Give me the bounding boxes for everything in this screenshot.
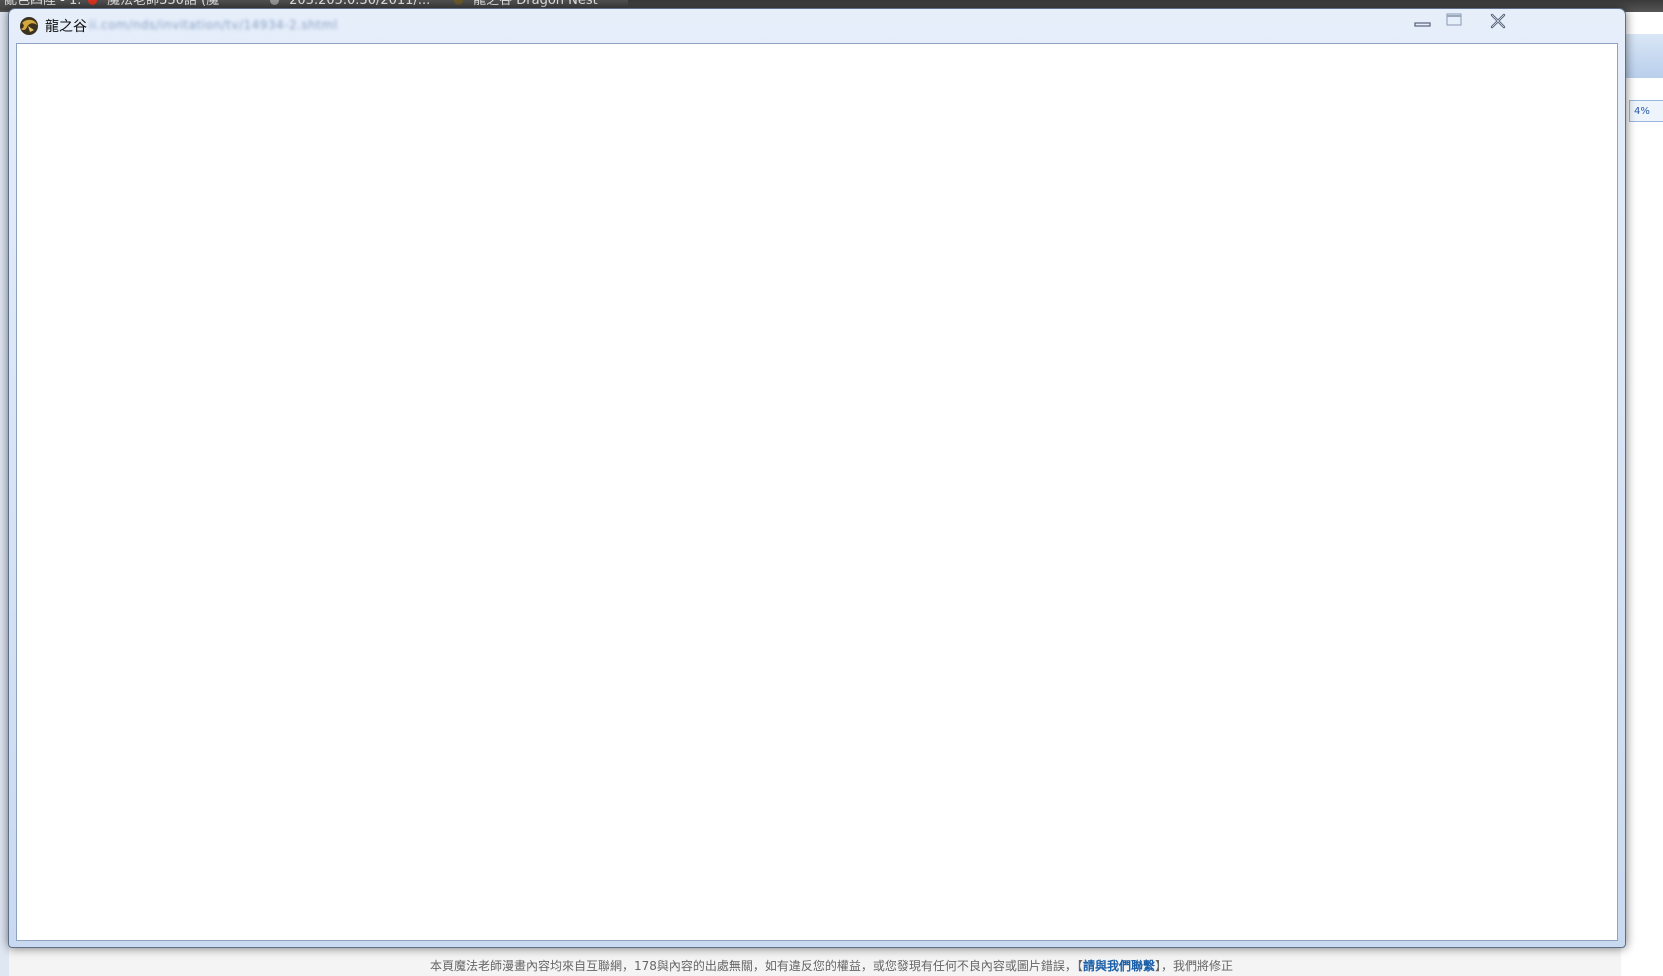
contact-us-link[interactable]: 請與我們聯繫 (1083, 959, 1155, 973)
close-button[interactable] (1483, 11, 1513, 35)
side-widget-badge[interactable]: 4% (1629, 100, 1663, 122)
tab-label: 203.205.0.30/2011/... (289, 0, 431, 8)
popup-window: 龍之谷 ii.com/nds/invitation/tv/14934-2.sht… (8, 8, 1626, 948)
dragon-nest-favicon-icon (454, 0, 463, 5)
tab-label: 龍之谷 Dragon Nest (473, 0, 598, 8)
maximize-icon (1446, 13, 1462, 26)
background-toolbar-band (1621, 34, 1663, 78)
tab-label: 亂色四陸 - 1... (4, 0, 90, 8)
page-footer: 本頁魔法老師漫畫內容均來自互聯網，178與內容的出處無關，如有違反您的權益，或您… (0, 957, 1663, 974)
window-url: ii.com/nds/invitation/tv/14934-2.shtml (89, 18, 338, 32)
minimize-icon (1414, 22, 1431, 27)
minimize-button[interactable] (1407, 11, 1437, 35)
maximize-button[interactable] (1439, 11, 1469, 35)
window-title: 龍之谷 (45, 19, 87, 35)
side-widget-value: 4% (1634, 106, 1650, 117)
window-titlebar[interactable]: 龍之谷 ii.com/nds/invitation/tv/14934-2.sht… (9, 9, 1625, 43)
background-page-right-edge (1621, 12, 1663, 976)
footer-text: 本頁魔法老師漫畫內容均來自互聯網，178與內容的出處無關，如有違反您的權益，或您… (430, 959, 1083, 973)
dragon-nest-logo-icon (20, 17, 38, 35)
close-icon (1490, 13, 1506, 29)
site-favicon-icon (88, 0, 97, 5)
globe-icon (270, 0, 279, 5)
tab-label: 魔法老師330話 (魔 (107, 0, 220, 8)
footer-text-end: 】，我們將修正 (1154, 959, 1233, 973)
window-content-area[interactable] (16, 43, 1618, 941)
